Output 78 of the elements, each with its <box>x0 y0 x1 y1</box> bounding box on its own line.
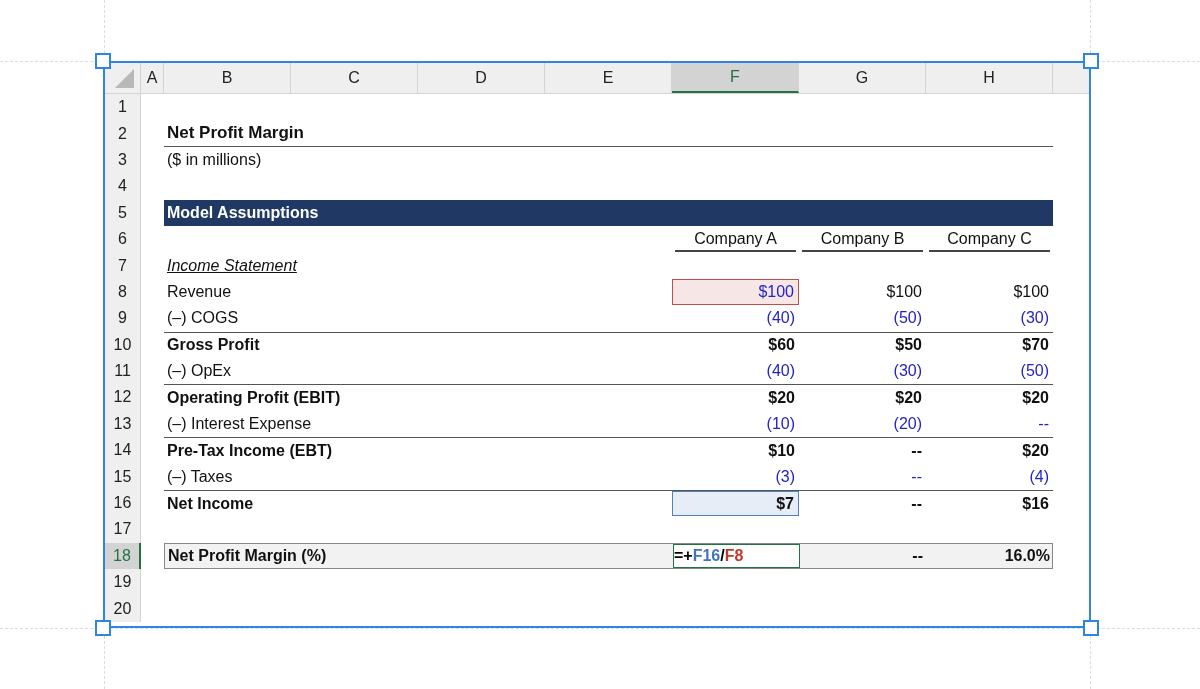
column-header[interactable]: B <box>164 63 291 93</box>
table-cell-text: -- <box>910 493 923 514</box>
table-cell-text: (40) <box>765 361 796 382</box>
table-cell-text: 16.0% <box>1003 545 1051 566</box>
table-cell-text: (3) <box>774 466 796 487</box>
resize-handle[interactable] <box>1083 620 1099 636</box>
resize-handle[interactable] <box>1083 53 1099 69</box>
table-cell: $100 <box>672 278 799 306</box>
formula-input-cell[interactable]: =+F16/F8 <box>673 543 800 569</box>
column-header[interactable]: H <box>926 63 1053 93</box>
row-header[interactable]: 12 <box>105 384 141 411</box>
table-cell-text: $50 <box>894 335 923 356</box>
table-cell-text: $10 <box>767 440 796 461</box>
table-cell-text: $16 <box>1021 493 1050 514</box>
row-header[interactable]: 18 <box>105 542 141 570</box>
row-label: Income Statement <box>167 256 297 274</box>
row-label: Gross Profit <box>167 336 260 354</box>
column-heading: Company C <box>929 230 1050 253</box>
row-header[interactable]: 1 <box>105 94 141 121</box>
row-header[interactable]: 17 <box>105 516 141 543</box>
row-header[interactable]: 10 <box>105 331 141 358</box>
column-header[interactable]: C <box>291 63 418 93</box>
table-cell-text: (30) <box>1019 308 1050 329</box>
sheet-title: Net Profit Margin <box>167 123 304 143</box>
row-header[interactable]: 7 <box>105 252 141 279</box>
row-header[interactable]: 16 <box>105 489 141 517</box>
resize-handle[interactable] <box>95 53 111 69</box>
table-cell-text: $20 <box>894 388 923 408</box>
table-cell-text: -- <box>911 545 924 566</box>
column-header[interactable]: A <box>141 63 164 93</box>
row-label: Operating Profit (EBIT) <box>167 389 341 406</box>
row-header[interactable]: 13 <box>105 410 141 438</box>
column-header[interactable]: G <box>799 63 926 93</box>
table-cell-text: (20) <box>892 413 923 434</box>
row-label: (–) COGS <box>167 309 239 327</box>
section-title: Model Assumptions <box>167 203 319 221</box>
column-header[interactable]: D <box>418 63 545 93</box>
row-label: (–) OpEx <box>167 362 231 380</box>
table-cell-text: -- <box>910 440 923 461</box>
row-label: (–) Taxes <box>167 467 233 485</box>
row-label: (–) Interest Expense <box>167 414 312 432</box>
column-heading: Company B <box>802 230 923 253</box>
row-label: Net Income <box>167 494 254 512</box>
row-label: Pre-Tax Income (EBT) <box>167 441 333 459</box>
table-cell-text: (4) <box>1028 466 1050 487</box>
table-cell-text: -- <box>910 466 923 487</box>
table-cell-text: (50) <box>1019 361 1050 382</box>
row-header[interactable]: 6 <box>105 225 141 253</box>
resize-handle[interactable] <box>95 620 111 636</box>
table-cell-text: $70 <box>1021 335 1050 356</box>
table-cell-text: $20 <box>1021 440 1050 461</box>
row-header[interactable]: 8 <box>105 278 141 306</box>
row-header[interactable]: 5 <box>105 199 141 226</box>
row-header[interactable]: 14 <box>105 437 141 464</box>
row-header[interactable]: 19 <box>105 569 141 596</box>
row-header[interactable]: 2 <box>105 120 141 147</box>
table-cell-text: -- <box>1037 413 1050 434</box>
column-header[interactable]: F <box>672 63 799 93</box>
row-header[interactable]: 3 <box>105 146 141 174</box>
table-cell-text: $60 <box>767 335 796 356</box>
column-heading: Company A <box>675 230 796 253</box>
row-header[interactable]: 11 <box>105 357 141 385</box>
table-cell-text: (10) <box>765 413 796 434</box>
row-header[interactable]: 20 <box>105 595 141 622</box>
table-cell-text: $100 <box>1012 281 1050 302</box>
table-cell: $7 <box>672 490 799 517</box>
row-header[interactable]: 15 <box>105 463 141 490</box>
row-header[interactable]: 4 <box>105 173 141 200</box>
table-cell-text: (30) <box>892 361 923 382</box>
table-cell-text: (40) <box>765 308 796 329</box>
table-cell-text: (50) <box>892 308 923 329</box>
table-cell-text: $20 <box>767 388 796 408</box>
row-label: Revenue <box>167 282 232 300</box>
row-header[interactable]: 9 <box>105 305 141 332</box>
table-cell-text: $20 <box>1021 388 1050 408</box>
row-label: ($ in millions) <box>167 150 262 168</box>
table-cell-text: $100 <box>885 281 923 302</box>
row-label: Net Profit Margin (%) <box>168 546 327 564</box>
